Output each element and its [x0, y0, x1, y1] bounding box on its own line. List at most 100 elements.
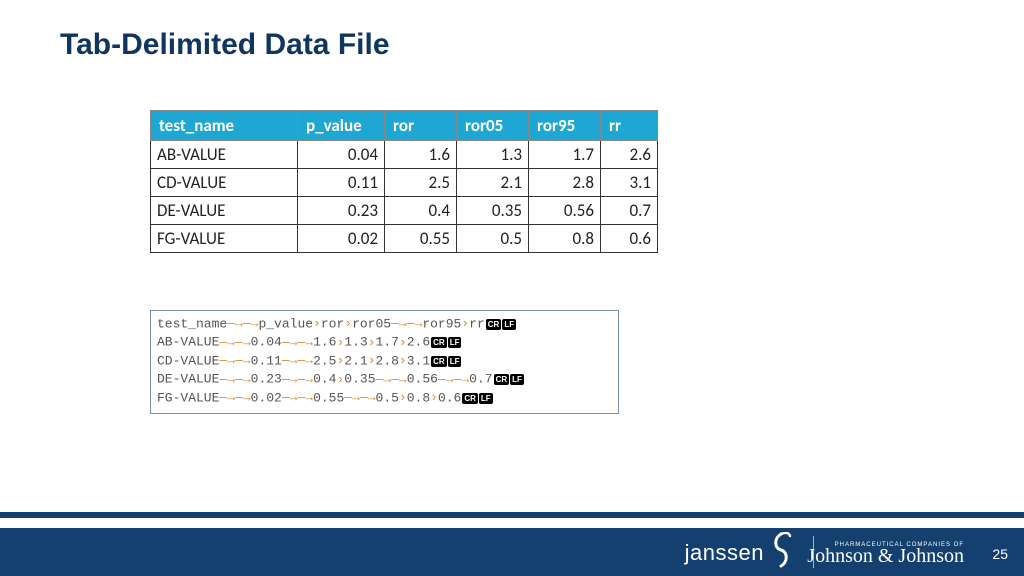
cell-ror05: 0.35: [457, 197, 529, 225]
th-p-value: p_value: [298, 111, 385, 141]
tab-arrow-icon: —→—→: [282, 389, 313, 407]
crlf-icon: CRLF: [431, 352, 462, 370]
cell-ror95: 0.56: [529, 197, 601, 225]
cell-ror: 0.4: [385, 197, 457, 225]
cell-test-name: DE-VALUE: [151, 197, 298, 225]
raw-field: p_value: [258, 316, 313, 331]
raw-field: 1.6: [313, 335, 336, 350]
raw-field: rr: [469, 316, 485, 331]
cell-rr: 3.1: [601, 169, 658, 197]
tab-arrow-icon: —→—→: [438, 371, 469, 389]
raw-line: AB-VALUE—→—→0.04—→—→1.6›1.3›1.7›2.6CRLF: [157, 333, 612, 351]
tab-arrow-icon: —→—→: [282, 352, 313, 370]
raw-field: DE-VALUE: [157, 372, 219, 387]
cell-ror: 0.55: [385, 225, 457, 253]
logo-janssen-text: janssen: [685, 540, 764, 566]
cell-ror05: 2.1: [457, 169, 529, 197]
raw-field: AB-VALUE: [157, 335, 219, 350]
raw-field: test_name: [157, 316, 227, 331]
cell-ror: 2.5: [385, 169, 457, 197]
cell-ror95: 0.8: [529, 225, 601, 253]
tab-arrow-icon: —→—→: [219, 371, 250, 389]
tab-arrow-icon: ›: [399, 352, 407, 370]
cell-rr: 0.7: [601, 197, 658, 225]
tab-arrow-icon: —→—→: [344, 389, 375, 407]
tab-arrow-icon: ›: [368, 352, 376, 370]
tab-arrow-icon: ›: [399, 334, 407, 352]
raw-field: 0.23: [251, 372, 282, 387]
raw-field: 0.56: [407, 372, 438, 387]
cell-test-name: FG-VALUE: [151, 225, 298, 253]
cell-ror05: 1.3: [457, 141, 529, 169]
raw-field: 0.8: [407, 390, 430, 405]
raw-field: 0.04: [251, 335, 282, 350]
raw-line: DE-VALUE—→—→0.23—→—→0.4›0.35—→—→0.56—→—→…: [157, 370, 612, 388]
cell-p-value: 0.02: [298, 225, 385, 253]
th-rr: rr: [601, 111, 658, 141]
tab-arrow-icon: ›: [461, 315, 469, 333]
raw-field: 0.11: [251, 353, 282, 368]
cell-test-name: AB-VALUE: [151, 141, 298, 169]
tab-arrow-icon: ›: [399, 389, 407, 407]
raw-field: 0.02: [251, 390, 282, 405]
raw-field: FG-VALUE: [157, 390, 219, 405]
table-row: CD-VALUE0.112.52.12.83.1: [151, 169, 658, 197]
footer: janssen PHARMACEUTICAL COMPANIES OF John…: [0, 506, 1024, 576]
tab-arrow-icon: —→—→: [282, 371, 313, 389]
raw-field: ror: [321, 316, 344, 331]
th-ror05: ror05: [457, 111, 529, 141]
crlf-icon: CRLF: [486, 315, 517, 333]
raw-field: 0.6: [438, 390, 461, 405]
raw-field: ror05: [352, 316, 391, 331]
cell-rr: 2.6: [601, 141, 658, 169]
raw-field: 2.8: [376, 353, 399, 368]
cell-ror95: 1.7: [529, 141, 601, 169]
th-ror: ror: [385, 111, 457, 141]
raw-field: 0.4: [313, 372, 336, 387]
tab-arrow-icon: —→—→: [391, 315, 422, 333]
logo-janssen-icon: [768, 532, 794, 570]
tab-arrow-icon: —→—→: [219, 334, 250, 352]
footer-accent-bar: [0, 512, 1024, 518]
raw-field: 1.3: [344, 335, 367, 350]
page-number: 25: [992, 546, 1008, 562]
raw-field: 0.35: [344, 372, 375, 387]
raw-field: 3.1: [407, 353, 430, 368]
logo-jnj-text: Johnson & Johnson: [807, 545, 964, 568]
crlf-icon: CRLF: [431, 333, 462, 351]
cell-test-name: CD-VALUE: [151, 169, 298, 197]
data-table: test_name p_value ror ror05 ror95 rr AB-…: [150, 110, 658, 253]
th-test-name: test_name: [151, 111, 298, 141]
cell-rr: 0.6: [601, 225, 658, 253]
raw-field: 2.5: [313, 353, 336, 368]
raw-field: 0.7: [469, 372, 492, 387]
table-header-row: test_name p_value ror ror05 ror95 rr: [151, 111, 658, 141]
page-title: Tab-Delimited Data File: [60, 28, 390, 62]
raw-field: 1.7: [376, 335, 399, 350]
tab-arrow-icon: —→—→: [227, 315, 258, 333]
crlf-icon: CRLF: [462, 389, 493, 407]
raw-line: test_name—→—→p_value›ror›ror05—→—→ror95›…: [157, 315, 612, 333]
table-row: AB-VALUE0.041.61.31.72.6: [151, 141, 658, 169]
cell-p-value: 0.04: [298, 141, 385, 169]
raw-field: 0.55: [313, 390, 344, 405]
tab-arrow-icon: —→—→: [376, 371, 407, 389]
tab-arrow-icon: ›: [430, 389, 438, 407]
cell-ror05: 0.5: [457, 225, 529, 253]
raw-field: CD-VALUE: [157, 353, 219, 368]
cell-ror: 1.6: [385, 141, 457, 169]
raw-line: FG-VALUE—→—→0.02—→—→0.55—→—→0.5›0.8›0.6C…: [157, 389, 612, 407]
tab-arrow-icon: —→—→: [219, 352, 250, 370]
tab-arrow-icon: ›: [368, 334, 376, 352]
cell-ror95: 2.8: [529, 169, 601, 197]
table-row: FG-VALUE0.020.550.50.80.6: [151, 225, 658, 253]
tab-arrow-icon: —→—→: [219, 389, 250, 407]
raw-field: 2.1: [344, 353, 367, 368]
raw-text-view: test_name—→—→p_value›ror›ror05—→—→ror95›…: [150, 310, 619, 414]
raw-field: 0.5: [376, 390, 399, 405]
raw-line: CD-VALUE—→—→0.11—→—→2.5›2.1›2.8›3.1CRLF: [157, 352, 612, 370]
tab-arrow-icon: —→—→: [282, 334, 313, 352]
th-ror95: ror95: [529, 111, 601, 141]
crlf-icon: CRLF: [494, 370, 525, 388]
tab-arrow-icon: ›: [344, 315, 352, 333]
